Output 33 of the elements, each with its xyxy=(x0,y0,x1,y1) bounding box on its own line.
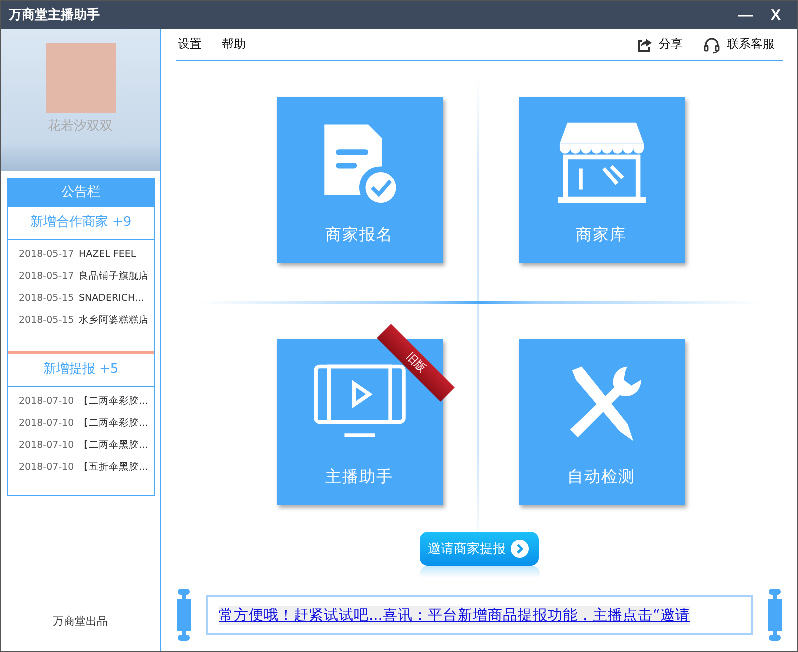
notice-date: 2018-05-17 xyxy=(19,248,75,260)
notice-date: 2018-05-15 xyxy=(19,292,75,304)
avatar-placeholder xyxy=(46,43,116,113)
chevron-icon xyxy=(511,540,529,558)
footer-text: 万商堂出品 xyxy=(52,614,109,630)
notice-item[interactable]: 良品铺子旗舰店 xyxy=(79,270,149,282)
minimize-button[interactable]: — xyxy=(731,6,761,24)
notice-date: 2018-05-17 xyxy=(19,270,75,282)
headset-icon[interactable] xyxy=(703,36,721,54)
notice-item[interactable]: 【二两伞黑胶... xyxy=(79,438,148,452)
action-link[interactable]: 联系客服 xyxy=(727,36,775,53)
notice-item[interactable]: HAZEL FEEL xyxy=(79,248,136,260)
notice-item[interactable]: SNADERICH... xyxy=(79,292,144,304)
window-title: 万商堂主播助手 xyxy=(9,6,101,24)
close-button[interactable]: X xyxy=(761,6,791,24)
notice-date: 2018-07-10 xyxy=(19,440,75,450)
action-link[interactable]: 分享 xyxy=(659,36,683,53)
notice-item[interactable]: 【二两伞彩胶... xyxy=(79,394,148,408)
scroll-rod-icon xyxy=(767,587,783,643)
scroll-rod-icon xyxy=(176,587,192,643)
notice-item[interactable]: 【五折伞黑胶... xyxy=(79,460,148,474)
news-link[interactable]: 常方便哦！赶紧试试吧...喜讯：平台新增商品提报功能，主播点击“邀请 xyxy=(219,606,690,624)
menu-item[interactable]: 帮助 xyxy=(222,36,246,53)
notice-date: 2018-07-10 xyxy=(19,396,75,406)
notice-date: 2018-07-10 xyxy=(19,418,75,428)
notice-item[interactable]: 【二两伞彩胶... xyxy=(79,416,148,430)
user-name: 花若汐双双 xyxy=(48,118,113,135)
menu-item[interactable]: 设置 xyxy=(178,36,202,53)
share-icon[interactable] xyxy=(637,36,653,52)
notice-board-title: 公告栏 xyxy=(8,179,154,207)
notice-date: 2018-05-15 xyxy=(19,314,75,326)
notice-item[interactable]: 水乡阿婆糕糕店 xyxy=(79,314,149,326)
notice-date: 2018-07-10 xyxy=(19,462,75,472)
